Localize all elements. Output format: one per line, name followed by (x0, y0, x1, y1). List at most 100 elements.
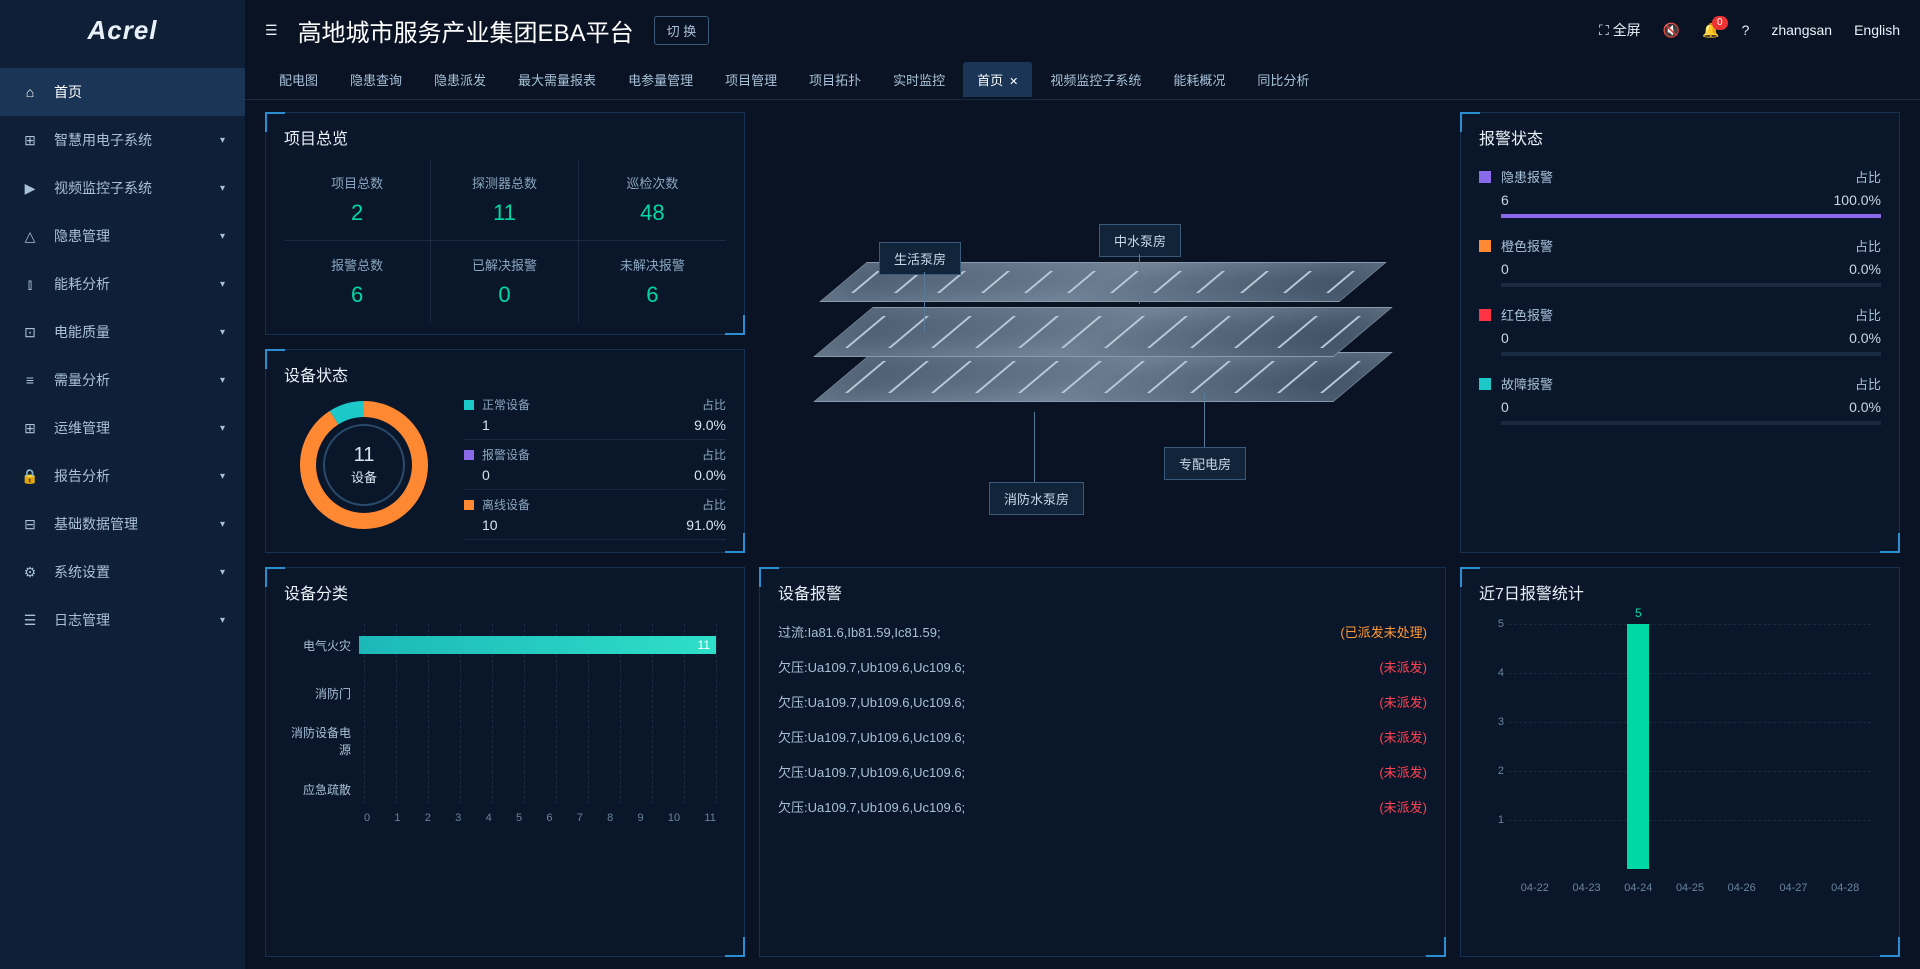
tab-6[interactable]: 项目拓扑 (795, 62, 875, 97)
stat-cell: 项目总数2 (284, 159, 431, 241)
sidebar-item-3[interactable]: △隐患管理▾ (0, 212, 245, 260)
alarm-row[interactable]: 欠压:Ua109.7,Ub109.6,Uc109.6;(未派发) (778, 754, 1427, 789)
donut-center: 11 设备 (351, 444, 377, 486)
device-status-list: 正常设备占比19.0%报警设备占比00.0%离线设备占比1091.0% (464, 390, 726, 540)
panel-title: 报警状态 (1479, 125, 1881, 149)
tab-3[interactable]: 最大需量报表 (504, 62, 610, 97)
sidebar-item-1[interactable]: ⊞智慧用电子系统▾ (0, 116, 245, 164)
chevron-down-icon: ▾ (220, 375, 225, 386)
bar-col (1561, 624, 1613, 869)
menu-label: 需量分析 (54, 370, 110, 390)
dstat-row: 正常设备占比19.0% (464, 390, 726, 440)
tab-8[interactable]: 首页✕ (963, 62, 1032, 97)
alarm-row[interactable]: 欠压:Ua109.7,Ub109.6,Uc109.6;(未派发) (778, 684, 1427, 719)
sidebar-item-11[interactable]: ☰日志管理▾ (0, 596, 245, 644)
tab-2[interactable]: 隐患派发 (420, 62, 500, 97)
chevron-down-icon: ▾ (220, 471, 225, 482)
alarm-row[interactable]: 过流:Ia81.6,Ib81.59,Ic81.59;(已派发未处理) (778, 614, 1427, 649)
panel-title: 近7日报警统计 (1479, 580, 1881, 604)
menu-icon: ⌂ (20, 84, 40, 100)
bar-col (1768, 624, 1820, 869)
language-switch[interactable]: English (1854, 22, 1900, 38)
menu-icon: 🔒 (20, 468, 40, 485)
tab-0[interactable]: 配电图 (265, 62, 332, 97)
alarm-row[interactable]: 欠压:Ua109.7,Ub109.6,Uc109.6;(未派发) (778, 789, 1427, 824)
sidebar-item-0[interactable]: ⌂ 首页 (0, 68, 245, 116)
chevron-down-icon: ▾ (220, 231, 225, 242)
marker-a[interactable]: 生活泵房 (879, 242, 961, 275)
bar-col: 5 (1612, 624, 1664, 869)
chevron-down-icon: ▾ (220, 567, 225, 578)
close-icon[interactable]: ✕ (1009, 76, 1018, 88)
tab-1[interactable]: 隐患查询 (336, 62, 416, 97)
menu-label: 系统设置 (54, 562, 110, 582)
panel-week-chart: 近7日报警统计 12345504-2204-2304-2404-2504-260… (1460, 567, 1900, 957)
sidebar-item-2[interactable]: ▶视频监控子系统▾ (0, 164, 245, 212)
alarm-row[interactable]: 欠压:Ua109.7,Ub109.6,Uc109.6;(未派发) (778, 719, 1427, 754)
astat-row: 橙色报警占比00.0% (1479, 236, 1881, 287)
tab-7[interactable]: 实时监控 (879, 62, 959, 97)
tab-5[interactable]: 项目管理 (711, 62, 791, 97)
menu-icon: ⊞ (20, 132, 40, 149)
notification-button[interactable]: 🔔0 (1702, 22, 1719, 39)
sidebar-item-8[interactable]: 🔒 报告分析 ▾ (0, 452, 245, 500)
menu-label: 隐患管理 (54, 226, 110, 246)
page-title: 高地城市服务产业集团EBA平台 (298, 13, 634, 48)
menu-label: 首页 (54, 82, 82, 102)
menu-label: 日志管理 (54, 610, 110, 630)
fullscreen-button[interactable]: ⛶ 全屏 (1599, 20, 1641, 40)
panel-project-overview: 项目总览 项目总数2探测器总数11巡检次数48报警总数6已解决报警0未解决报警6 (265, 112, 745, 335)
markers: 生活泵房 中水泵房 消防水泵房 专配电房 (759, 112, 1446, 553)
tab-10[interactable]: 能耗概况 (1159, 62, 1239, 97)
menu-icon: ≡ (20, 372, 40, 388)
menu-label: 能耗分析 (54, 274, 110, 294)
menu-label: 基础数据管理 (54, 514, 138, 534)
panel-title: 设备报警 (778, 580, 1427, 604)
volume-icon[interactable]: 🔇 (1663, 22, 1680, 39)
tab-4[interactable]: 电参量管理 (614, 62, 707, 97)
tab-11[interactable]: 同比分析 (1243, 62, 1323, 97)
panel-device-status: 设备状态 11 设备 正 (265, 349, 745, 553)
sidebar-item-10[interactable]: ⚙ 系统设置 ▾ (0, 548, 245, 596)
marker-b[interactable]: 中水泵房 (1099, 224, 1181, 257)
menu-toggle-icon[interactable]: ☰ (265, 22, 278, 39)
help-icon[interactable]: ? (1742, 22, 1750, 38)
panel-device-category: 设备分类 电气火灾11消防门消防设备电源应急疏散01234567891011 (265, 567, 745, 957)
chevron-down-icon: ▾ (220, 423, 225, 434)
sidebar-item-5[interactable]: ⊡电能质量▾ (0, 308, 245, 356)
alarm-row[interactable]: 欠压:Ua109.7,Ub109.6,Uc109.6;(未派发) (778, 649, 1427, 684)
stats-grid: 项目总数2探测器总数11巡检次数48报警总数6已解决报警0未解决报警6 (284, 159, 726, 322)
hbar-row: 消防设备电源 (284, 730, 716, 752)
panel-title: 项目总览 (284, 125, 726, 149)
bar-col (1819, 624, 1871, 869)
marker-d[interactable]: 专配电房 (1164, 447, 1246, 480)
sidebar-item-6[interactable]: ≡ 需量分析 ▾ (0, 356, 245, 404)
marker-c[interactable]: 消防水泵房 (989, 482, 1084, 515)
menu-label: 报告分析 (54, 466, 110, 486)
content: 项目总览 项目总数2探测器总数11巡检次数48报警总数6已解决报警0未解决报警6… (245, 100, 1920, 969)
hbar-chart: 电气火灾11消防门消防设备电源应急疏散01234567891011 (284, 614, 726, 824)
hbar-row: 消防门 (284, 682, 716, 704)
logo: Acrel (0, 0, 245, 60)
menu-icon: ⚙ (20, 564, 40, 581)
logo-text: Acrel (87, 15, 157, 46)
bar-col (1509, 624, 1561, 869)
sidebar-item-7[interactable]: ⊞运维管理▾ (0, 404, 245, 452)
menu-label: 视频监控子系统 (54, 178, 152, 198)
astat-row: 故障报警占比00.0% (1479, 374, 1881, 425)
username[interactable]: zhangsan (1771, 22, 1832, 38)
dstat-row: 离线设备占比1091.0% (464, 490, 726, 540)
chevron-down-icon: ▾ (220, 615, 225, 626)
building-3d-view[interactable]: 生活泵房 中水泵房 消防水泵房 专配电房 (759, 112, 1446, 553)
alarm-status-list: 隐患报警占比6100.0%橙色报警占比00.0%红色报警占比00.0%故障报警占… (1479, 167, 1881, 425)
sidebar-item-9[interactable]: ⊟基础数据管理▾ (0, 500, 245, 548)
switch-button[interactable]: 切 换 (654, 16, 710, 45)
menu-icon: ▶ (20, 180, 40, 197)
sidebar-item-4[interactable]: ⫾能耗分析▾ (0, 260, 245, 308)
bar-col (1664, 624, 1716, 869)
stat-cell: 探测器总数11 (431, 159, 578, 241)
panel-device-alarm: 设备报警 过流:Ia81.6,Ib81.59,Ic81.59;(已派发未处理)欠… (759, 567, 1446, 957)
chevron-down-icon: ▾ (220, 135, 225, 146)
menu-icon: ⫾ (20, 276, 40, 293)
tab-9[interactable]: 视频监控子系统 (1036, 62, 1155, 97)
